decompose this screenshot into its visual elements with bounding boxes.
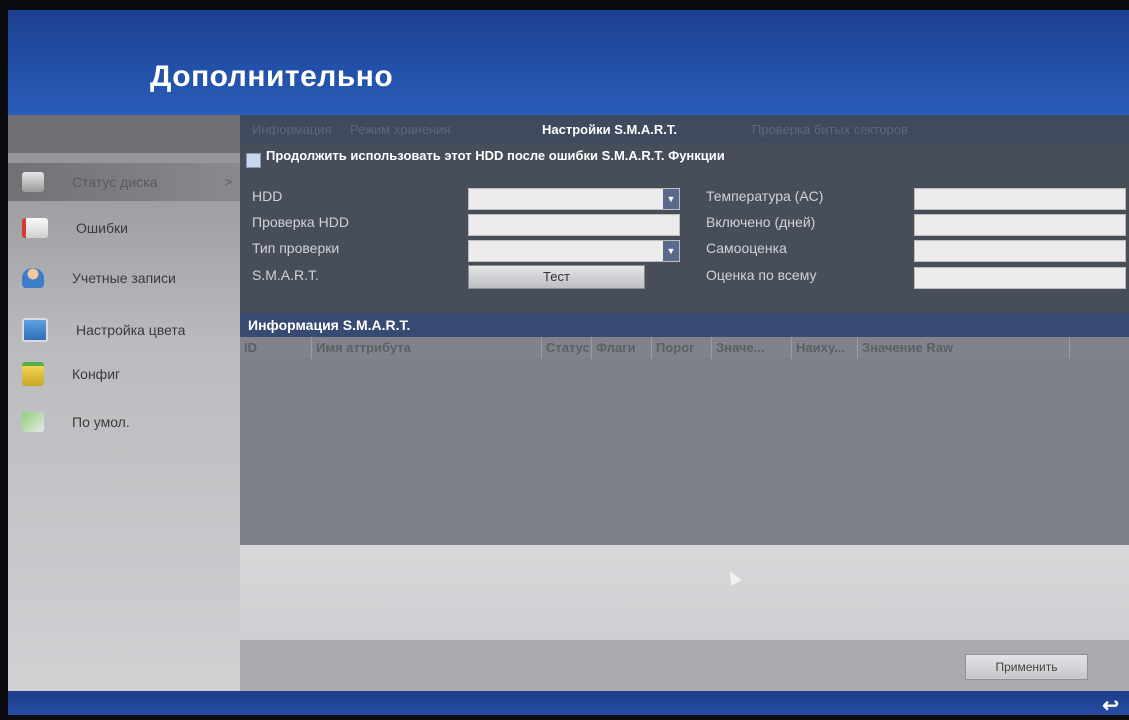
header-bar: Дополнительно — [8, 10, 1129, 115]
sidebar-top-strip — [8, 115, 240, 153]
sidebar-item-label: Статус диска — [72, 174, 158, 190]
page-title: Дополнительно — [150, 60, 394, 93]
mouse-cursor-icon — [724, 567, 742, 587]
sidebar-item-errors[interactable]: Ошибки — [8, 209, 240, 247]
smart-info-header: Информация S.M.A.R.T. — [240, 313, 1129, 337]
sidebar-item-color-settings[interactable]: Настройка цвета — [8, 311, 240, 349]
continue-use-label: Продолжить использовать этот HDD после о… — [266, 148, 725, 163]
column-header[interactable]: Значение Raw — [858, 337, 1070, 359]
sidebar-item-accounts[interactable]: Учетные записи — [8, 259, 240, 297]
hdd-select[interactable]: ▼ — [468, 188, 680, 210]
sidebar-item-label: Ошибки — [76, 220, 128, 236]
overall-evaluation-field — [914, 267, 1126, 289]
continue-use-checkbox[interactable] — [246, 153, 261, 168]
tab-smart-settings[interactable]: Настройки S.M.A.R.T. — [542, 122, 677, 137]
overall-evaluation-label: Оценка по всему — [706, 267, 817, 283]
sidebar: Статус диска > Ошибки Учетные записи Нас… — [8, 115, 240, 691]
dvr-screen: Дополнительно Статус диска > Ошибки Учет… — [8, 10, 1129, 715]
continue-use-option: Продолжить использовать этот HDD после о… — [246, 149, 786, 168]
tab-information[interactable]: Информация — [252, 122, 332, 137]
action-bar: Применить — [240, 640, 1129, 691]
check-type-select[interactable]: ▼ — [468, 240, 680, 262]
column-header[interactable]: ID — [240, 337, 312, 359]
column-header[interactable]: Порог — [652, 337, 712, 359]
dropdown-arrow-icon: ▼ — [663, 241, 679, 261]
chevron-right-icon: > — [224, 175, 232, 189]
smart-settings-form: Продолжить использовать этот HDD после о… — [240, 143, 1129, 313]
sidebar-item-label: По умол. — [72, 414, 130, 430]
dropdown-arrow-icon: ▼ — [663, 189, 679, 209]
column-header[interactable]: Статус — [542, 337, 592, 359]
temperature-field — [914, 188, 1126, 210]
sidebar-item-label: Настройка цвета — [76, 322, 186, 338]
column-header[interactable]: Имя аттрибута — [312, 337, 542, 359]
main-panel: Информация Режим хранения Настройки S.M.… — [240, 115, 1129, 691]
monitor-icon — [22, 318, 48, 342]
column-header[interactable]: Значе... — [712, 337, 792, 359]
sidebar-item-config[interactable]: Конфиг — [8, 355, 240, 393]
tab-bad-sector-check[interactable]: Проверка битых секторов — [752, 122, 908, 137]
sidebar-item-label: Учетные записи — [72, 270, 176, 286]
sidebar-item-default[interactable]: По умол. — [8, 403, 240, 441]
smart-table-header: ID Имя аттрибута Статус Флаги Порог Знач… — [240, 337, 1129, 359]
back-icon[interactable]: ↩ — [1102, 693, 1119, 715]
column-header[interactable]: Флаги — [592, 337, 652, 359]
check-type-label: Тип проверки — [252, 240, 340, 256]
smart-label: S.M.A.R.T. — [252, 267, 319, 283]
power-on-days-label: Включено (дней) — [706, 214, 816, 230]
test-button[interactable]: Тест — [468, 265, 645, 289]
event-list-icon — [22, 218, 48, 238]
hdd-label: HDD — [252, 188, 283, 204]
lower-panel: Применить — [240, 545, 1129, 691]
tab-bar: Информация Режим хранения Настройки S.M.… — [240, 115, 1129, 143]
restore-icon — [22, 412, 44, 432]
tab-storage-mode[interactable]: Режим хранения — [350, 122, 451, 137]
power-on-days-field — [914, 214, 1126, 236]
sidebar-item-label: Конфиг — [72, 366, 121, 382]
folder-icon — [22, 362, 44, 386]
sidebar-item-hdd-status[interactable]: Статус диска > — [8, 163, 240, 201]
hdd-icon — [22, 172, 44, 192]
self-evaluation-field — [914, 240, 1126, 262]
smart-table-body — [240, 359, 1129, 545]
column-header[interactable]: Наиху... — [792, 337, 858, 359]
user-icon — [22, 268, 44, 288]
check-hdd-field[interactable] — [468, 214, 680, 236]
temperature-label: Температура (AC) — [706, 188, 824, 204]
apply-button[interactable]: Применить — [965, 654, 1088, 680]
check-hdd-label: Проверка HDD — [252, 214, 349, 230]
footer-bar: ↩ — [8, 691, 1129, 715]
self-evaluation-label: Самооценка — [706, 240, 787, 256]
